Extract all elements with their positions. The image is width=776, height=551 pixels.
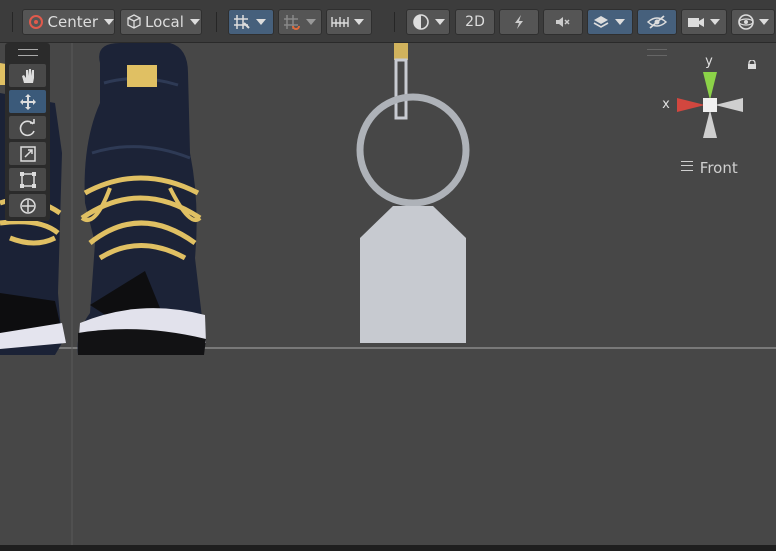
tool-palette: [5, 43, 50, 221]
gizmos-dropdown[interactable]: [731, 9, 775, 35]
toolbar-separator: [394, 12, 395, 32]
chevron-down-icon: [104, 19, 114, 25]
rect-tool-button[interactable]: [9, 168, 46, 191]
transform-icon: [19, 197, 36, 214]
mute-audio-icon: [556, 17, 570, 27]
chevron-down-icon: [759, 19, 769, 25]
gizmo-x-cone[interactable]: [677, 98, 705, 112]
lighting-icon: [515, 15, 523, 29]
view-orientation-text: Front: [699, 159, 738, 177]
gizmo-y-label: y: [705, 54, 713, 69]
gizmo-center-cube[interactable]: [703, 98, 717, 112]
audio-toggle[interactable]: [543, 9, 583, 35]
keychain-tag[interactable]: [356, 43, 470, 343]
gizmo-x-label: x: [662, 97, 670, 112]
grid-snap-icon: [234, 15, 250, 29]
scene-toolbar: Center Local 2D: [0, 0, 776, 43]
hand-icon: [21, 68, 34, 83]
mode-2d-label: 2D: [465, 14, 485, 30]
gizmo-neg-x-cone[interactable]: [715, 98, 743, 112]
shaded-sphere-icon: [413, 14, 429, 30]
rect-transform-icon: [19, 171, 36, 188]
mode-2d-toggle[interactable]: 2D: [455, 9, 495, 35]
camera-icon: [688, 18, 704, 27]
bottom-border: [0, 545, 776, 551]
chevron-down-icon: [189, 19, 200, 25]
toolbar-separator: [216, 12, 217, 32]
gizmo-y-cone[interactable]: [703, 72, 717, 100]
gizmos-globe-icon: [738, 14, 754, 30]
move-tool-button[interactable]: [9, 90, 46, 113]
camera-settings-dropdown[interactable]: [681, 9, 727, 35]
chevron-down-icon: [354, 19, 364, 25]
pivot-mode-label: Center: [47, 13, 99, 31]
increment-snapping-toggle[interactable]: [278, 9, 322, 35]
snap-settings-dropdown[interactable]: [326, 9, 372, 35]
lock-icon[interactable]: [747, 60, 757, 69]
effects-toggle[interactable]: [587, 9, 633, 35]
chevron-down-icon[interactable]: [306, 19, 316, 25]
chevron-down-icon: [710, 19, 720, 25]
view-orientation-label[interactable]: Front: [681, 159, 738, 177]
pivot-rotation-dropdown[interactable]: Local: [120, 9, 202, 35]
rotate-icon: [19, 118, 35, 136]
menu-icon: [681, 161, 693, 171]
toolbar-separator: [12, 12, 13, 32]
draw-mode-dropdown[interactable]: [406, 9, 450, 35]
hidden-eye-icon: [646, 15, 668, 29]
ruler-snap-icon: [331, 17, 349, 27]
chevron-down-icon[interactable]: [256, 19, 266, 25]
right-shoe[interactable]: [77, 43, 207, 355]
transform-tool-button[interactable]: [9, 194, 46, 217]
scale-icon: [19, 145, 36, 162]
tool-palette-handle[interactable]: [18, 49, 38, 56]
chevron-down-icon: [435, 19, 445, 25]
scale-tool-button[interactable]: [9, 142, 46, 165]
grid-snapping-toggle[interactable]: [228, 9, 274, 35]
pivot-mode-dropdown[interactable]: Center: [22, 9, 115, 35]
cube-icon: [127, 14, 141, 29]
pivot-center-icon: [29, 15, 43, 29]
lighting-toggle[interactable]: [499, 9, 539, 35]
pivot-rotation-label: Local: [145, 13, 184, 31]
gizmo-neg-y-cone[interactable]: [703, 110, 717, 138]
move-arrows-icon: [19, 93, 36, 110]
increment-snap-icon: [284, 15, 300, 30]
effects-layers-icon: [593, 16, 609, 28]
rotate-tool-button[interactable]: [9, 116, 46, 139]
chevron-down-icon[interactable]: [615, 19, 625, 25]
scene-visibility-toggle[interactable]: [637, 9, 677, 35]
view-tool-button[interactable]: [9, 64, 46, 87]
